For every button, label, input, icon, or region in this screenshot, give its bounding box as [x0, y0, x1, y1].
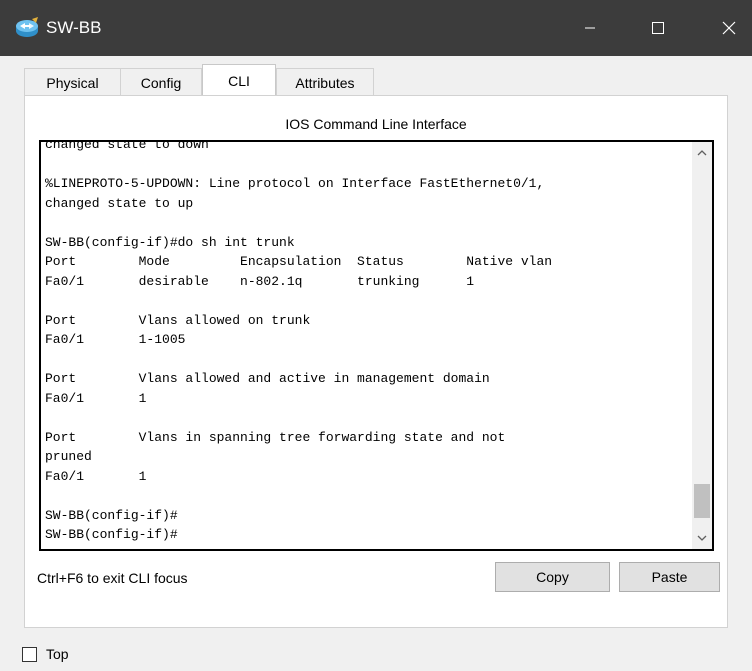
window-title: SW-BB: [46, 18, 102, 37]
top-checkbox-label[interactable]: Top: [46, 646, 69, 662]
cli-panel: IOS Command Line Interface changed state…: [24, 95, 728, 628]
tab-attributes[interactable]: Attributes: [276, 68, 374, 96]
close-button[interactable]: [706, 0, 752, 56]
title-bar[interactable]: SW-BB: [0, 0, 752, 56]
cli-focus-hint: Ctrl+F6 to exit CLI focus: [37, 570, 188, 586]
maximize-icon: [652, 22, 664, 34]
close-icon: [722, 21, 736, 35]
scroll-down-button[interactable]: [692, 527, 712, 549]
cli-terminal[interactable]: changed state to down %LINEPROTO-5-UPDOW…: [39, 140, 714, 551]
tab-physical[interactable]: Physical: [24, 68, 121, 96]
terminal-output[interactable]: changed state to down %LINEPROTO-5-UPDOW…: [45, 142, 695, 545]
copy-button[interactable]: Copy: [495, 562, 610, 592]
terminal-scrollbar[interactable]: [692, 142, 712, 549]
minimize-icon: [585, 27, 595, 29]
switch-app-icon: [16, 17, 38, 37]
scroll-up-button[interactable]: [692, 142, 712, 164]
chevron-down-icon: [697, 535, 707, 541]
maximize-button[interactable]: [635, 0, 681, 56]
chevron-up-icon: [697, 150, 707, 156]
tab-strip: Physical Config CLI Attributes: [24, 64, 728, 96]
top-checkbox[interactable]: [22, 647, 37, 662]
cli-heading: IOS Command Line Interface: [285, 116, 467, 132]
scroll-thumb[interactable]: [694, 484, 710, 518]
tab-cli[interactable]: CLI: [202, 64, 276, 96]
minimize-button[interactable]: [567, 0, 613, 56]
paste-button[interactable]: Paste: [619, 562, 720, 592]
tab-config[interactable]: Config: [120, 68, 202, 96]
